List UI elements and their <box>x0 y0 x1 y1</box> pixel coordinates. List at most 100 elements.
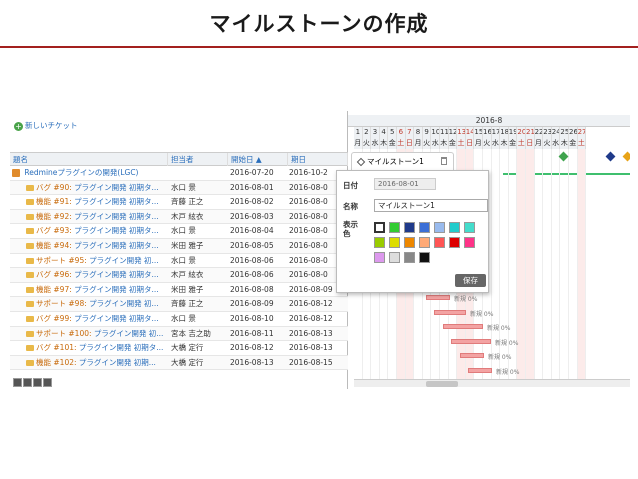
progress-label: 新規 0% <box>470 311 494 318</box>
color-swatch[interactable] <box>449 222 460 233</box>
color-swatch[interactable] <box>404 237 415 248</box>
start-cell: 2016-08-06 <box>230 270 274 280</box>
issue-icon <box>26 330 34 337</box>
gantt-day-number: 27 <box>577 127 587 138</box>
assignee-cell: 水口 景 <box>171 226 196 236</box>
table-row[interactable]: バグ #96: プラグイン開発 初期タ... 木戸 絃衣 2016-08-06 201… <box>10 268 348 283</box>
color-swatch[interactable] <box>419 237 430 248</box>
gantt-task-bar[interactable] <box>426 295 450 300</box>
gantt-day-number: 3 <box>371 127 380 138</box>
gantt-day-number: 21 <box>526 127 535 138</box>
milestone-diamond-icon[interactable] <box>622 151 630 162</box>
tracker-label: バグ #90: <box>36 182 72 192</box>
header-start[interactable]: 開始日 ▲ <box>228 153 288 166</box>
header-due[interactable]: 期日 <box>288 153 348 166</box>
subject-cell[interactable]: バグ #93: プラグイン開発 初期タ... <box>12 224 167 238</box>
subject-cell[interactable]: バグ #90: プラグイン開発 初期タ... <box>12 181 167 195</box>
subject-cell[interactable]: 機能 #97: プラグイン開発 初期タ... <box>12 283 167 297</box>
subject-cell[interactable]: Redmineプラグインの開発(LGC) <box>12 166 167 180</box>
gantt-day-name: 水 <box>551 138 561 149</box>
color-swatch[interactable] <box>404 222 415 233</box>
color-swatch[interactable] <box>419 252 430 263</box>
table-row[interactable]: サポート #95: プラグイン開発 初... 水口 景 2016-08-06 2016… <box>10 254 348 269</box>
subject-cell[interactable]: バグ #96: プラグイン開発 初期タ... <box>12 268 167 282</box>
gantt-day-name: 水 <box>371 138 380 149</box>
table-row[interactable]: バグ #99: プラグイン開発 初期タ... 水口 景 2016-08-10 2016… <box>10 312 348 327</box>
subject-cell[interactable]: サポート #100: プラグイン開発 初... <box>12 327 167 341</box>
horizontal-scrollbar[interactable] <box>354 379 630 387</box>
color-swatch[interactable] <box>374 252 385 263</box>
subject-cell[interactable]: サポート #98: プラグイン開発 初... <box>12 297 167 311</box>
color-swatch[interactable] <box>389 237 400 248</box>
table-row[interactable]: 機能 #94: プラグイン開発 初期タ... 米田 雅子 2016-08-05 201… <box>10 238 348 254</box>
color-swatch[interactable] <box>419 222 430 233</box>
milestone-diamond-icon[interactable] <box>605 151 616 162</box>
gantt-task-bar[interactable] <box>434 310 466 315</box>
due-cell: 2016-08-13 <box>289 343 333 353</box>
gantt-day-number: 17 <box>491 127 501 138</box>
subject-cell[interactable]: バグ #101: プラグイン開発 初期タ... <box>12 341 167 355</box>
color-swatch[interactable] <box>404 252 415 263</box>
table-row[interactable]: Redmineプラグインの開発(LGC) 2016-07-20 2016-10-2 <box>10 166 348 181</box>
milestone-popup: 日付 2016-08-01 名称 マイルストーン1 表示色 保存 <box>336 170 489 293</box>
table-row[interactable]: サポート #100: プラグイン開発 初... 宮本 吉之助 2016-08-11 2… <box>10 326 348 342</box>
gantt-task-bar[interactable] <box>468 368 492 373</box>
assignee-cell: 大橋 定行 <box>171 357 204 367</box>
table-row[interactable]: 機能 #97: プラグイン開発 初期タ... 米田 雅子 2016-08-08 201… <box>10 283 348 298</box>
scrollbar-thumb[interactable] <box>426 381 458 387</box>
title-rule <box>0 46 638 48</box>
subject-cell[interactable]: 機能 #94: プラグイン開発 初期タ... <box>12 239 167 253</box>
toolbar-icon[interactable] <box>13 378 22 387</box>
issue-icon <box>26 301 34 308</box>
subject-cell[interactable]: バグ #99: プラグイン開発 初期タ... <box>12 312 167 326</box>
start-cell: 2016-08-08 <box>230 284 274 294</box>
gantt-day-name: 日 <box>465 138 475 149</box>
gantt-task-bar[interactable] <box>451 339 491 344</box>
table-row[interactable]: サポート #98: プラグイン開発 初... 斉藤 正之 2016-08-09 201… <box>10 297 348 312</box>
header-subject[interactable]: 題名 <box>10 153 168 166</box>
subject-cell[interactable]: 機能 #91: プラグイン開発 初期タ... <box>12 195 167 209</box>
issue-icon <box>26 242 34 249</box>
gantt-task-bar[interactable] <box>443 324 483 329</box>
toolbar-icon[interactable] <box>43 378 52 387</box>
milestone-tab-label: マイルストーン1 <box>367 157 424 166</box>
table-row[interactable]: 機能 #92: プラグイン開発 初期タ... 木戸 絃衣 2016-08-03 201… <box>10 209 348 225</box>
gantt-day-number: 6 <box>397 127 406 138</box>
tracker-label: バグ #101: <box>36 343 77 353</box>
header-assignee[interactable]: 担当者 <box>168 153 228 166</box>
table-row[interactable]: バグ #93: プラグイン開発 初期タ... 水口 景 2016-08-04 2016… <box>10 224 348 239</box>
tracker-label: 機能 #91: <box>36 197 72 207</box>
subject-cell[interactable]: サポート #95: プラグイン開発 初... <box>12 254 167 268</box>
color-swatch[interactable] <box>449 237 460 248</box>
color-swatch[interactable] <box>374 222 385 233</box>
table-row[interactable]: バグ #101: プラグイン開発 初期タ... 大橋 定行 2016-08-12 20… <box>10 341 348 356</box>
color-swatch[interactable] <box>464 237 475 248</box>
name-field[interactable]: マイルストーン1 <box>374 199 488 212</box>
table-row[interactable]: 機能 #102: プラグイン開発 初期... 大橋 定行 2016-08-13 201… <box>10 355 348 371</box>
save-button[interactable]: 保存 <box>455 274 486 287</box>
gantt-day-name: 金 <box>448 138 458 149</box>
trash-icon[interactable] <box>441 157 447 165</box>
color-swatch[interactable] <box>434 222 445 233</box>
gantt-grid-column <box>517 149 526 379</box>
color-swatch[interactable] <box>374 237 385 248</box>
gantt-day-name: 木 <box>560 138 569 149</box>
color-swatch[interactable] <box>464 222 475 233</box>
new-ticket-link[interactable]: + 新しいチケット <box>14 120 78 132</box>
date-field[interactable]: 2016-08-01 <box>374 178 436 190</box>
gantt-day-number: 23 <box>543 127 552 138</box>
gantt-task-bar[interactable] <box>460 353 484 358</box>
milestone-tab[interactable]: マイルストーン1 <box>351 152 454 170</box>
toolbar-icon[interactable] <box>23 378 32 387</box>
toolbar-icon[interactable] <box>33 378 42 387</box>
gantt-grid-column <box>535 149 544 379</box>
table-row[interactable]: 機能 #91: プラグイン開発 初期タ... 斉藤 正之 2016-08-02 201… <box>10 195 348 210</box>
color-swatch[interactable] <box>434 237 445 248</box>
color-swatch[interactable] <box>389 252 400 263</box>
gantt-day-number: 4 <box>379 127 389 138</box>
color-swatch[interactable] <box>389 222 400 233</box>
subject-cell[interactable]: 機能 #102: プラグイン開発 初期... <box>12 356 167 370</box>
subject-cell[interactable]: 機能 #92: プラグイン開発 初期タ... <box>12 210 167 224</box>
table-row[interactable]: バグ #90: プラグイン開発 初期タ... 水口 景 2016-08-01 2016… <box>10 180 348 196</box>
subject-text: プラグイン開発 初期タ... <box>74 182 159 192</box>
